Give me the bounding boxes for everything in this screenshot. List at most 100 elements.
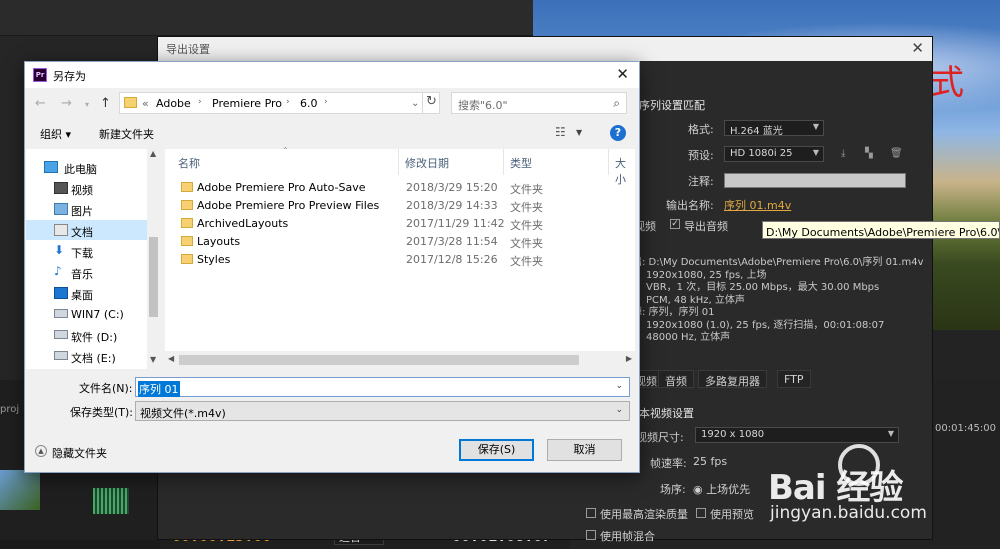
save-as-title: 另存为 <box>53 70 86 83</box>
file-type: 文件夹 <box>510 183 543 196</box>
use-preview-label[interactable]: 使用预览 <box>710 506 754 522</box>
breadcrumb-adobe[interactable]: Adobe <box>156 97 191 110</box>
folder-icon <box>181 182 193 192</box>
close-icon[interactable]: ✕ <box>911 39 924 57</box>
output-name-link[interactable]: 序列 01.m4v <box>724 197 791 213</box>
scroll-thumb[interactable] <box>179 355 579 365</box>
scroll-right-icon[interactable]: ▶ <box>626 354 632 363</box>
breadcrumb-premiere-pro[interactable]: Premiere Pro <box>212 97 282 110</box>
refresh-icon[interactable]: ↻ <box>422 92 440 114</box>
chevron-down-icon[interactable]: ⌄ <box>615 381 623 391</box>
help-icon[interactable]: ? <box>610 125 626 141</box>
use-preview-checkbox[interactable] <box>696 508 706 518</box>
scroll-thumb[interactable] <box>149 237 158 317</box>
nav-item-documents[interactable]: 文档 <box>26 220 147 240</box>
nav-item-desktop[interactable]: 桌面 <box>26 283 147 303</box>
file-row[interactable]: ArchivedLayouts 2017/11/29 11:42 文件夹 <box>165 215 635 233</box>
summary-line: 1920x1080 (1.0), 25 fps, 逐行扫描，00:01:08:0… <box>646 319 885 331</box>
tab-multiplexer[interactable]: 多路复用器 <box>698 370 767 388</box>
file-row[interactable]: Styles 2017/12/8 15:26 文件夹 <box>165 251 635 269</box>
folder-icon <box>124 97 137 108</box>
recent-locations-chevron-icon[interactable]: ▾ <box>85 100 89 109</box>
file-row[interactable]: Adobe Premiere Pro Preview Files 2018/3/… <box>165 197 635 215</box>
up-arrow-icon[interactable]: ↑ <box>100 96 111 111</box>
column-header-type[interactable]: 类型 <box>510 155 532 171</box>
frame-size-select[interactable]: 1920 x 1080 ▼ <box>695 427 899 443</box>
export-dialog-titlebar: 导出设置 ✕ <box>158 37 932 61</box>
filetype-label: 保存类型(T): <box>70 406 134 419</box>
chevron-down-icon[interactable]: ▼ <box>576 128 582 137</box>
summary-line: 出: D:\My Documents\Adobe\Premiere Pro\6.… <box>632 257 924 268</box>
nav-label: 此电脑 <box>64 163 97 176</box>
format-label: 格式: <box>688 123 714 136</box>
format-select[interactable]: H.264 蓝光 ▼ <box>724 120 824 137</box>
tab-ftp[interactable]: FTP <box>777 370 811 388</box>
frame-blend-checkbox[interactable] <box>586 530 596 540</box>
nav-item-drive-d[interactable]: 软件 (D:) <box>26 325 147 345</box>
max-render-checkbox[interactable] <box>586 508 596 518</box>
file-type: 文件夹 <box>510 201 543 214</box>
new-folder-button[interactable]: 新建文件夹 <box>99 126 154 142</box>
close-icon[interactable]: ✕ <box>616 65 629 83</box>
output-path-tooltip: D:\My Documents\Adobe\Premiere Pro\6.0\序… <box>762 221 1000 239</box>
field-order-value: 上场优先 <box>706 483 751 496</box>
max-render-label[interactable]: 使用最高渲染质量 <box>600 506 688 522</box>
output-name-label: 输出名称: <box>666 199 714 212</box>
import-preset-icon[interactable]: ▚ <box>865 148 877 159</box>
organize-menu[interactable]: 组织 ▾ <box>40 126 71 142</box>
file-row[interactable]: Adobe Premiere Pro Auto-Save 2018/3/29 1… <box>165 179 635 197</box>
nav-scrollbar[interactable]: ▲ ▼ <box>147 149 160 369</box>
back-arrow-icon[interactable]: ← <box>35 96 46 111</box>
nav-item-this-pc[interactable]: 此电脑 <box>26 157 147 177</box>
chevron-down-icon: ▼ <box>812 122 819 131</box>
address-bar[interactable]: « Adobe › Premiere Pro › 6.0 › ⌄ <box>119 92 440 114</box>
audio-waveform-thumbnail[interactable] <box>93 488 129 514</box>
forward-arrow-icon[interactable]: → <box>61 96 72 111</box>
scroll-left-icon[interactable]: ◀ <box>168 354 174 363</box>
breadcrumb-overflow[interactable]: « <box>142 97 149 110</box>
search-input[interactable]: 搜索"6.0" ⌕ <box>451 92 627 114</box>
frame-blend-label[interactable]: 使用帧混合 <box>600 528 655 544</box>
file-type: 文件夹 <box>510 219 543 232</box>
cancel-button[interactable]: 取消 <box>547 439 622 461</box>
save-button[interactable]: 保存(S) <box>459 439 534 461</box>
folder-icon <box>181 236 193 246</box>
file-type: 文件夹 <box>510 237 543 250</box>
view-options-icon[interactable]: ☷ <box>555 125 566 139</box>
tab-audio[interactable]: 音频 <box>658 370 694 388</box>
format-value: H.264 蓝光 <box>730 126 783 137</box>
field-order-label: 场序: <box>660 483 686 496</box>
documents-folder-icon <box>54 224 68 236</box>
address-dropdown-icon[interactable]: ⌄ <box>411 98 419 109</box>
navigation-pane: 此电脑 视频 图片 文档 ⬇ 下载 ♪ 音乐 桌面 WIN7 (C:) 软件 (… <box>26 149 160 369</box>
chevron-up-icon: ▲ <box>35 445 47 457</box>
file-list-hscrollbar[interactable]: ◀ ▶ <box>165 351 635 369</box>
nav-item-drive-c[interactable]: WIN7 (C:) <box>26 304 147 324</box>
clip-thumbnail[interactable] <box>0 470 40 510</box>
filetype-select[interactable]: 视频文件(*.m4v) ⌄ <box>135 401 630 421</box>
nav-item-pictures[interactable]: 图片 <box>26 199 147 219</box>
column-header-date[interactable]: 修改日期 <box>405 155 449 171</box>
scroll-up-icon[interactable]: ▲ <box>150 149 156 158</box>
chevron-down-icon: ⌄ <box>615 405 623 415</box>
column-header-name[interactable]: 名称 <box>178 155 200 171</box>
comment-input[interactable] <box>724 173 906 188</box>
hide-folders-label: 隐藏文件夹 <box>52 447 107 460</box>
nav-item-downloads[interactable]: ⬇ 下载 <box>26 241 147 261</box>
delete-preset-icon[interactable]: 🗑 <box>890 148 903 159</box>
file-name: Adobe Premiere Pro Auto-Save <box>197 181 366 194</box>
scroll-down-icon[interactable]: ▼ <box>150 355 156 364</box>
drive-icon <box>54 309 68 318</box>
save-preset-icon[interactable]: ⤓ <box>841 148 853 159</box>
nav-item-drive-e[interactable]: 文档 (E:) <box>26 346 147 366</box>
file-row[interactable]: Layouts 2017/3/28 11:54 文件夹 <box>165 233 635 251</box>
nav-item-music[interactable]: ♪ 音乐 <box>26 262 147 282</box>
preset-select[interactable]: HD 1080i 25 ▼ <box>724 146 824 162</box>
filename-input[interactable]: 序列 01 ⌄ <box>135 377 630 397</box>
export-audio-checkbox[interactable]: ✓ <box>670 219 680 229</box>
field-order-radio[interactable]: ◉ 上场优先 <box>693 481 750 497</box>
export-audio-label[interactable]: 导出音频 <box>684 218 728 234</box>
breadcrumb-6-0[interactable]: 6.0 <box>300 97 318 110</box>
frame-size-value: 1920 x 1080 <box>701 429 765 440</box>
nav-item-videos[interactable]: 视频 <box>26 178 147 198</box>
